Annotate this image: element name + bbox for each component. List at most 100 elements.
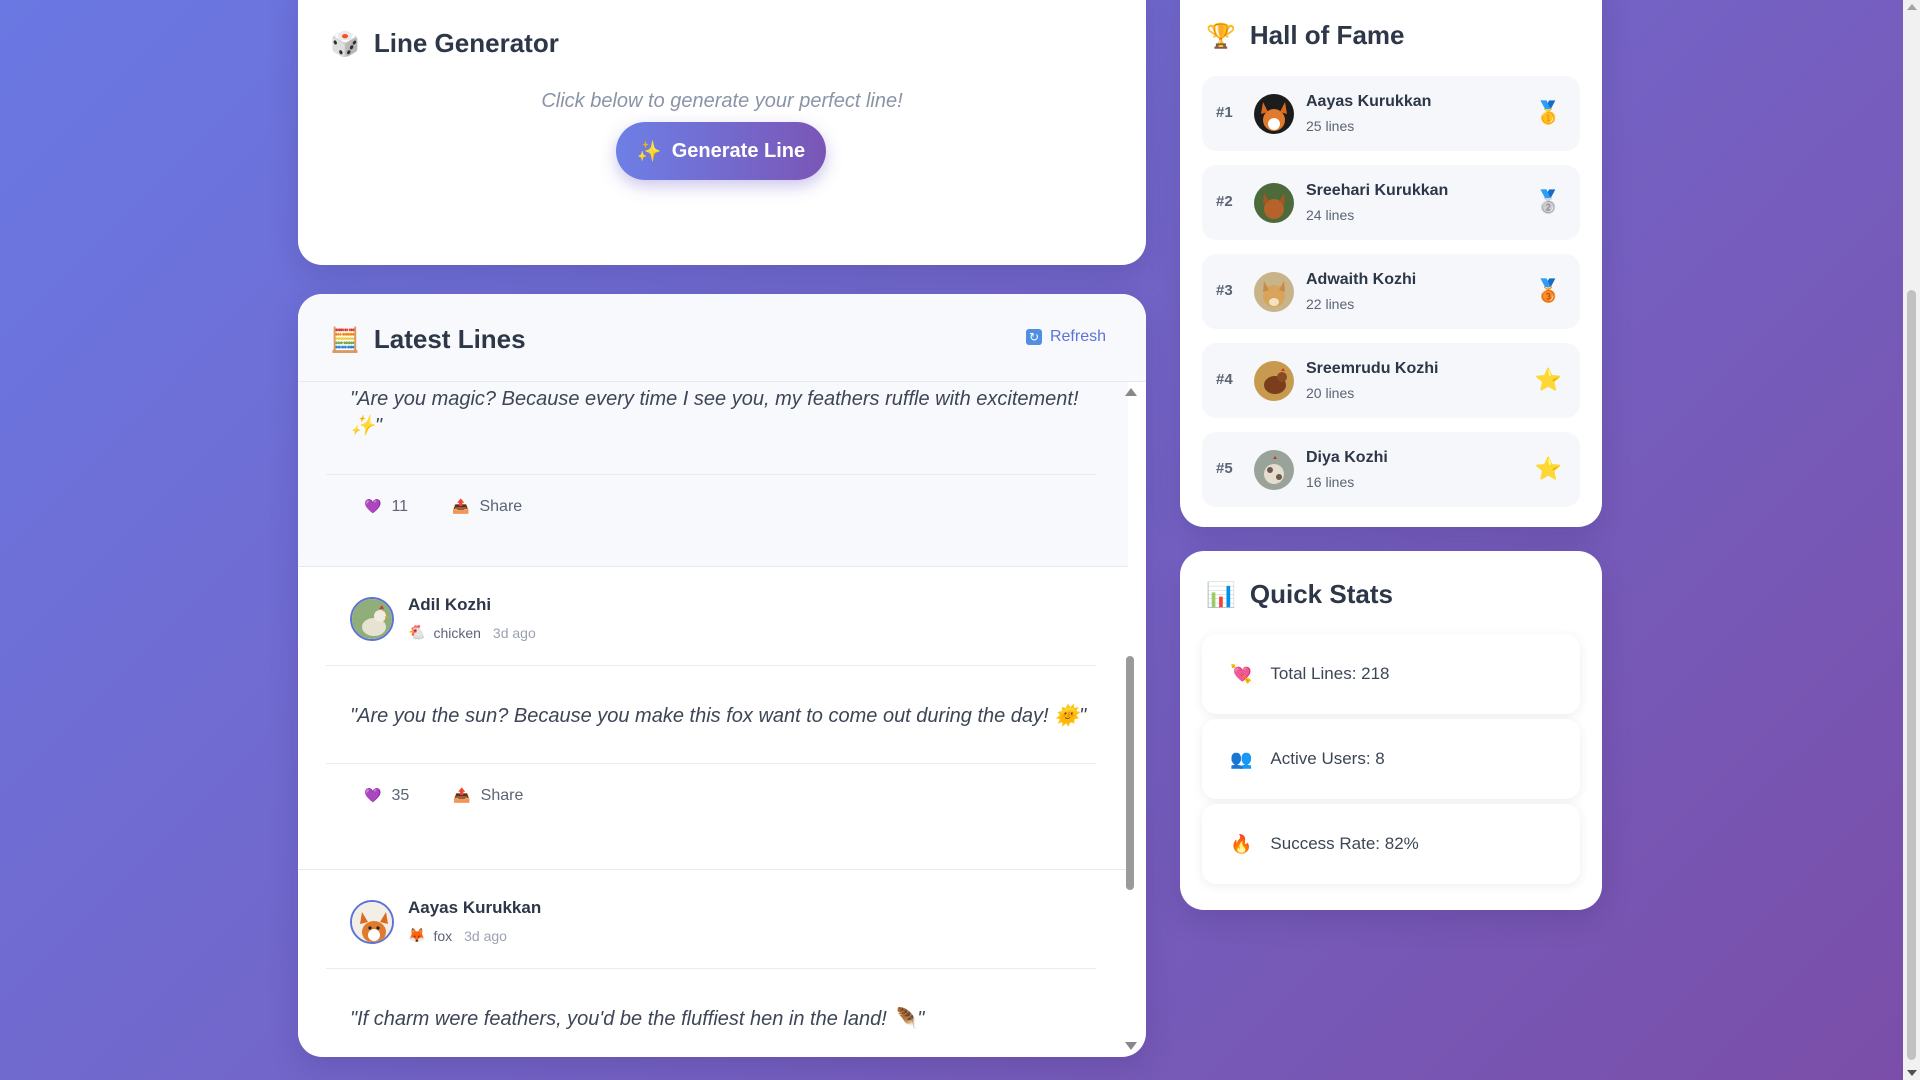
line-actions: 💜 35 📤 Share xyxy=(364,787,523,805)
quick-stats-card: 📊 Quick Stats 💘 Total Lines: 218 👥 Activ… xyxy=(1180,551,1602,910)
rank: #5 xyxy=(1216,460,1233,477)
line-count: 22 lines xyxy=(1306,296,1355,312)
user-name: Diya Kozhi xyxy=(1306,449,1388,466)
line-generator-title: Line Generator xyxy=(373,28,559,58)
avatar xyxy=(1254,361,1294,401)
line-generator-card: 🎲 Line Generator Click below to generate… xyxy=(298,0,1146,265)
leaderboard-entry[interactable]: #3 Adwaith Kozhi 22 lines 🥉 xyxy=(1202,254,1580,329)
scroll-up-arrow-icon[interactable] xyxy=(1907,4,1917,10)
rank: #3 xyxy=(1216,282,1233,299)
hall-of-fame-header: 🏆 Hall of Fame xyxy=(1206,20,1404,51)
leaderboard-entry[interactable]: #2 Sreehari Kurukkan 24 lines 🥈 xyxy=(1202,165,1580,240)
line-text: "Are you the sun? Because you make this … xyxy=(350,705,1087,727)
star-icon: ⭐ xyxy=(1534,457,1562,482)
avatar[interactable] xyxy=(350,597,394,641)
quick-stats-header: 📊 Quick Stats xyxy=(1206,579,1393,610)
line-count: 25 lines xyxy=(1306,118,1355,134)
scroll-down-arrow-icon[interactable] xyxy=(1125,1042,1137,1050)
line-post: "Are you magic? Because every time I see… xyxy=(298,382,1128,566)
user-name: Adwaith Kozhi xyxy=(1306,271,1417,288)
line-actions: 💜 11 📤 Share xyxy=(364,498,522,516)
bar-chart-icon: 📊 xyxy=(1206,580,1236,609)
user-name: Aayas Kurukkan xyxy=(1306,93,1432,110)
stat-success-rate: 🔥 Success Rate: 82% xyxy=(1202,804,1580,884)
like-count: 35 xyxy=(391,787,410,804)
stat-active-users: 👥 Active Users: 8 xyxy=(1202,719,1580,799)
chicken-icon: 🐔 xyxy=(408,625,426,641)
generator-prompt: Click below to generate your perfect lin… xyxy=(541,90,903,112)
divider xyxy=(326,763,1096,764)
share-button[interactable]: 📤 Share xyxy=(453,787,523,805)
share-icon: 📤 xyxy=(453,788,471,804)
line-count: 24 lines xyxy=(1306,207,1355,223)
refresh-icon: ↻ xyxy=(1025,329,1042,345)
leaderboard-entry[interactable]: #1 Aayas Kurukkan 25 lines 🥇 xyxy=(1202,76,1580,151)
scroll-down-arrow-icon[interactable] xyxy=(1907,1070,1917,1076)
generate-line-button[interactable]: ✨ Generate Line xyxy=(616,122,826,180)
leaderboard-entry[interactable]: #5 Diya Kozhi 16 lines ⭐ xyxy=(1202,432,1580,507)
avatar xyxy=(1254,272,1294,312)
trophy-icon: 🏆 xyxy=(1206,21,1236,50)
rank: #4 xyxy=(1216,371,1233,388)
avatar xyxy=(1254,94,1294,134)
author-meta: 🐔 chicken 3d ago xyxy=(408,625,536,641)
line-count: 20 lines xyxy=(1306,385,1355,401)
stat-label: Success Rate: 82% xyxy=(1270,834,1419,853)
timestamp: 3d ago xyxy=(464,928,507,944)
avatar[interactable] xyxy=(350,900,394,944)
gold-medal-icon: 🥇 xyxy=(1534,101,1562,126)
scroll-up-arrow-icon[interactable] xyxy=(1125,388,1137,396)
share-label: Share xyxy=(480,787,524,804)
abacus-icon: 🧮 xyxy=(330,325,360,354)
like-button[interactable]: 💜 11 xyxy=(364,498,408,516)
hall-of-fame-card: 🏆 Hall of Fame #1 Aayas Kurukkan 25 line… xyxy=(1180,0,1602,527)
silver-medal-icon: 🥈 xyxy=(1534,190,1562,215)
rank: #1 xyxy=(1216,104,1233,121)
line-text: "If charm were feathers, you'd be the fl… xyxy=(350,1008,925,1030)
author-name[interactable]: Adil Kozhi xyxy=(408,595,491,615)
latest-lines-title-group: 🧮 Latest Lines xyxy=(330,324,526,355)
fire-icon: 🔥 xyxy=(1230,833,1253,855)
stat-label: Total Lines: 218 xyxy=(1270,664,1390,683)
timestamp: 3d ago xyxy=(492,625,536,641)
refresh-button[interactable]: ↻ Refresh xyxy=(1025,328,1106,346)
user-name: Sreehari Kurukkan xyxy=(1306,182,1449,199)
avatar xyxy=(1254,183,1294,223)
heart-icon: 💜 xyxy=(364,499,382,515)
stat-label: Active Users: 8 xyxy=(1270,749,1385,768)
heart-icon: 💜 xyxy=(364,788,382,804)
stat-total-lines: 💘 Total Lines: 218 xyxy=(1202,634,1580,714)
leaderboard-entry[interactable]: #4 Sreemrudu Kozhi 20 lines ⭐ xyxy=(1202,343,1580,418)
latest-lines-header: 🧮 Latest Lines ↻ Refresh xyxy=(298,294,1146,382)
quick-stats-title: Quick Stats xyxy=(1249,579,1393,609)
refresh-label: Refresh xyxy=(1049,328,1106,345)
divider xyxy=(326,665,1096,666)
generate-line-label: Generate Line xyxy=(671,139,806,162)
page-scroll-thumb[interactable] xyxy=(1907,290,1916,1060)
line-count: 16 lines xyxy=(1306,474,1355,490)
line-text: "Are you magic? Because every time I see… xyxy=(350,388,1079,437)
author-name[interactable]: Aayas Kurukkan xyxy=(408,898,541,918)
divider xyxy=(326,968,1096,969)
share-icon: 📤 xyxy=(452,499,470,515)
sparkles-icon: ✨ xyxy=(636,139,662,163)
line-post: Aayas Kurukkan 🦊 fox 3d ago "If charm we… xyxy=(298,870,1128,1057)
users-icon: 👥 xyxy=(1230,748,1253,770)
like-count: 11 xyxy=(391,498,409,515)
latest-lines-feed[interactable]: "Are you magic? Because every time I see… xyxy=(298,382,1128,1057)
dice-icon: 🎲 xyxy=(330,29,360,58)
divider xyxy=(326,474,1096,475)
latest-lines-title: Latest Lines xyxy=(373,324,526,354)
like-button[interactable]: 💜 35 xyxy=(364,787,409,805)
share-label: Share xyxy=(479,498,523,515)
page-scrollbar[interactable] xyxy=(1903,0,1920,1080)
user-name: Sreemrudu Kozhi xyxy=(1306,360,1439,377)
author-meta: 🦊 fox 3d ago xyxy=(408,928,507,944)
star-icon: ⭐ xyxy=(1534,368,1562,393)
bronze-medal-icon: 🥉 xyxy=(1534,279,1562,304)
animal-tag: chicken xyxy=(433,625,481,641)
hall-of-fame-title: Hall of Fame xyxy=(1249,20,1405,50)
feed-scrollbar[interactable] xyxy=(1124,388,1137,1050)
scroll-thumb[interactable] xyxy=(1126,656,1134,890)
share-button[interactable]: 📤 Share xyxy=(452,498,522,516)
